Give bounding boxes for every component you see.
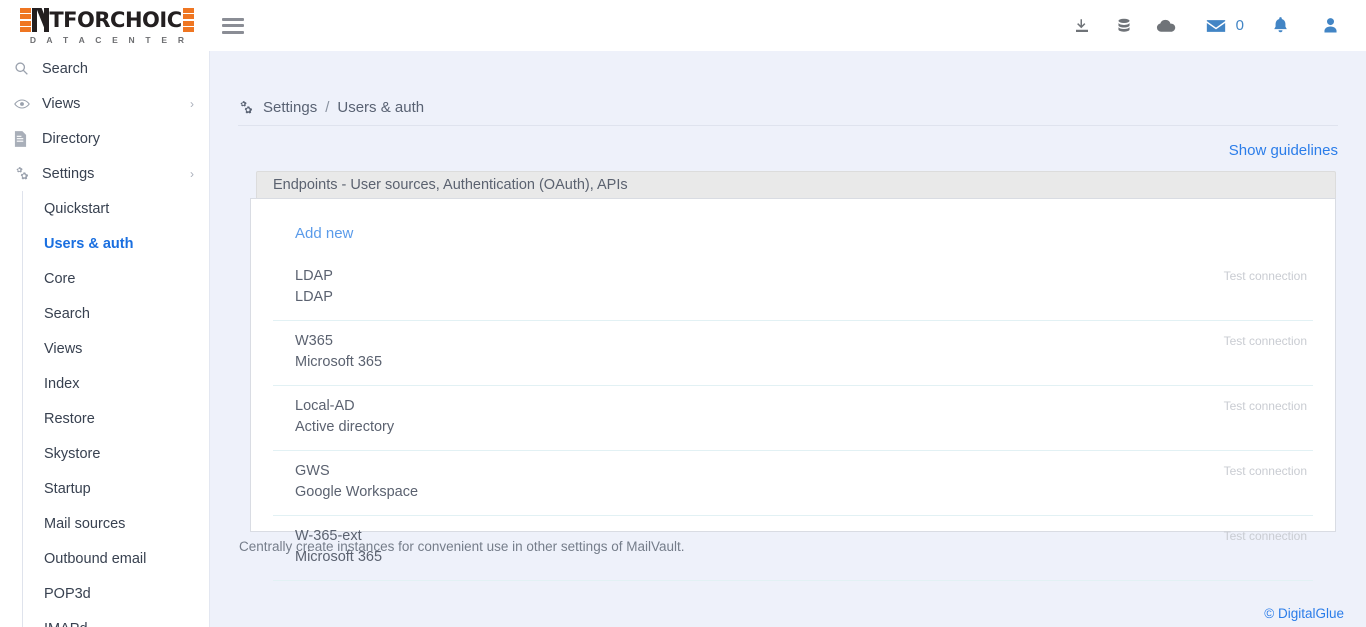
- sidebar-item-label: Views: [36, 96, 190, 112]
- logo-right-bars: [183, 8, 194, 32]
- logo-tagline: D A T A C E N T E R: [26, 35, 188, 45]
- download-icon[interactable]: [1068, 11, 1096, 41]
- sidebar-subitem-label: Quickstart: [44, 201, 109, 217]
- row-text-group: GWS Google Workspace: [295, 461, 418, 503]
- add-new-link[interactable]: Add new: [273, 199, 353, 256]
- sidebar-subitem-label: Restore: [44, 411, 95, 427]
- endpoint-name: LDAP: [295, 266, 333, 287]
- endpoint-name: W365: [295, 331, 382, 352]
- database-icon[interactable]: [1110, 11, 1138, 41]
- card-footnote-wrap: Centrally create instances for convenien…: [239, 539, 1366, 554]
- endpoint-type: Microsoft 365: [295, 352, 382, 373]
- sidebar-item-users-auth[interactable]: Users & auth: [23, 226, 210, 261]
- table-row[interactable]: LDAP LDAP Test connection: [273, 256, 1313, 321]
- sidebar-subitem-label: Outbound email: [44, 551, 146, 567]
- row-text-group: W365 Microsoft 365: [295, 331, 382, 373]
- hamburger-menu-icon[interactable]: [222, 18, 244, 34]
- sidebar-subitem-label: Views: [44, 341, 82, 357]
- app-window: TFORCHOIC D A T A C E N T E R: [0, 0, 1366, 627]
- user-icon[interactable]: [1316, 11, 1344, 41]
- sidebar-subitem-label: IMAPd: [44, 621, 88, 627]
- sidebar-subitem-label: Startup: [44, 481, 91, 497]
- endpoint-name: GWS: [295, 461, 418, 482]
- test-connection-button[interactable]: Test connection: [1224, 331, 1313, 348]
- sidebar-item-directory[interactable]: Directory: [0, 121, 210, 156]
- document-icon: [14, 131, 36, 147]
- gears-icon: [14, 166, 36, 182]
- search-icon: [14, 61, 36, 76]
- copyright-link[interactable]: © DigitalGlue: [1264, 606, 1344, 621]
- logo-n-glyph: [32, 8, 49, 32]
- sidebar-item-skystore[interactable]: Skystore: [23, 436, 210, 471]
- sidebar-scroll-area: Search Views › Directory: [0, 51, 210, 627]
- sidebar-item-search[interactable]: Search: [0, 51, 210, 86]
- test-connection-button[interactable]: Test connection: [1224, 461, 1313, 478]
- sidebar-item-settings[interactable]: Settings ›: [0, 156, 210, 191]
- sidebar-subitem-label: POP3d: [44, 586, 91, 602]
- show-guidelines-link[interactable]: Show guidelines: [1229, 142, 1338, 159]
- breadcrumb-separator: /: [325, 99, 329, 116]
- mail-icon: [1202, 11, 1230, 41]
- sidebar-item-index[interactable]: Index: [23, 366, 210, 401]
- chevron-right-icon: ›: [190, 97, 196, 111]
- sidebar-item-label: Directory: [36, 131, 196, 147]
- logo-left-bars: [20, 8, 31, 32]
- main-content: Settings / Users & auth Show guidelines …: [210, 51, 1366, 627]
- sidebar-subitem-label: Index: [44, 376, 79, 392]
- table-row[interactable]: GWS Google Workspace Test connection: [273, 451, 1313, 516]
- bell-icon[interactable]: [1266, 11, 1294, 41]
- table-row[interactable]: W365 Microsoft 365 Test connection: [273, 321, 1313, 386]
- sidebar-item-views[interactable]: Views ›: [0, 86, 210, 121]
- sidebar-subitem-label: Skystore: [44, 446, 100, 462]
- endpoint-type: LDAP: [295, 287, 333, 308]
- sidebar-subitem-label: Users & auth: [44, 236, 133, 252]
- sidebar-item-search-sub[interactable]: Search: [23, 296, 210, 331]
- sidebar-item-restore[interactable]: Restore: [23, 401, 210, 436]
- test-connection-button[interactable]: Test connection: [1224, 396, 1313, 413]
- cloud-icon[interactable]: [1152, 11, 1180, 41]
- sidebar-item-pop3d[interactable]: POP3d: [23, 576, 210, 611]
- top-bar-icons: 0: [1054, 11, 1366, 41]
- endpoints-list: LDAP LDAP Test connection W365 Microsoft…: [273, 256, 1313, 581]
- mail-count-badge: 0: [1236, 17, 1244, 34]
- brand-logo[interactable]: TFORCHOIC D A T A C E N T E R: [0, 0, 210, 51]
- sidebar-item-imapd[interactable]: IMAPd: [23, 611, 210, 627]
- table-row[interactable]: Local-AD Active directory Test connectio…: [273, 386, 1313, 451]
- gears-icon: [238, 100, 255, 116]
- sidebar-item-core[interactable]: Core: [23, 261, 210, 296]
- endpoints-card: Add new LDAP LDAP Test connection W365 M…: [250, 198, 1336, 532]
- breadcrumb-root[interactable]: Settings: [263, 99, 317, 116]
- row-text-group: Local-AD Active directory: [295, 396, 394, 438]
- top-bar: TFORCHOIC D A T A C E N T E R: [0, 0, 1366, 51]
- row-text-group: LDAP LDAP: [295, 266, 333, 308]
- endpoint-type: Google Workspace: [295, 482, 418, 503]
- sidebar: Search Views › Directory: [0, 51, 210, 627]
- test-connection-button[interactable]: Test connection: [1224, 266, 1313, 283]
- test-connection-button[interactable]: Test connection: [1224, 526, 1313, 543]
- panel-header: Endpoints - User sources, Authentication…: [256, 171, 1336, 198]
- sidebar-item-outbound-email[interactable]: Outbound email: [23, 541, 210, 576]
- sidebar-item-label: Search: [36, 61, 196, 77]
- logo-wordmark: TFORCHOIC: [49, 8, 181, 32]
- sidebar-item-startup[interactable]: Startup: [23, 471, 210, 506]
- sidebar-submenu-settings: Quickstart Users & auth Core Search View…: [22, 191, 210, 627]
- sidebar-item-views-sub[interactable]: Views: [23, 331, 210, 366]
- eye-icon: [14, 97, 36, 111]
- mail-indicator[interactable]: 0: [1202, 11, 1244, 41]
- sidebar-subitem-label: Core: [44, 271, 75, 287]
- sidebar-item-label: Settings: [36, 166, 190, 182]
- sidebar-subitem-label: Search: [44, 306, 90, 322]
- sidebar-item-quickstart[interactable]: Quickstart: [23, 191, 210, 226]
- sidebar-item-mail-sources[interactable]: Mail sources: [23, 506, 210, 541]
- guidelines-row: Show guidelines: [210, 142, 1366, 159]
- endpoint-name: Local-AD: [295, 396, 394, 417]
- sidebar-subitem-label: Mail sources: [44, 516, 125, 532]
- breadcrumb: Settings / Users & auth: [238, 99, 1338, 126]
- card-footnote: Centrally create instances for convenien…: [239, 539, 1336, 554]
- breadcrumb-current: Users & auth: [337, 99, 424, 116]
- chevron-right-icon: ›: [190, 167, 196, 181]
- endpoint-type: Active directory: [295, 417, 394, 438]
